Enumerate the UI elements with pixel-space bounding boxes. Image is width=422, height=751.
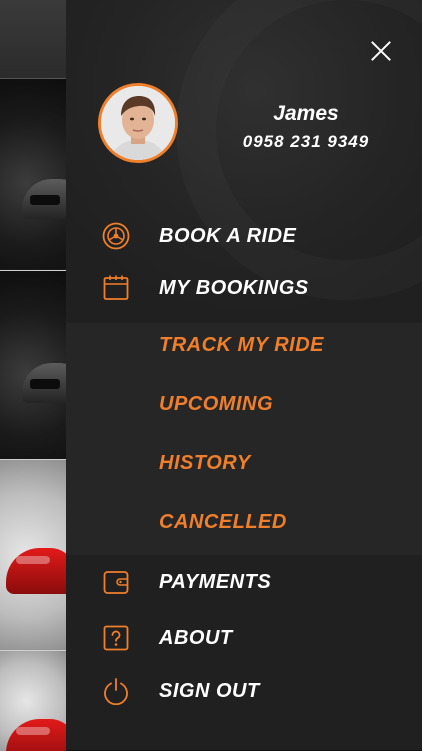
question-icon [102,624,130,652]
submenu-item-track-my-ride[interactable]: TRACK MY RIDE [66,325,422,365]
menu-item-book-a-ride[interactable]: BOOK A RIDE [66,216,422,256]
calendar-icon [102,274,130,302]
menu-label: SIGN OUT [159,680,260,702]
close-icon[interactable] [366,36,396,66]
power-icon [102,677,130,706]
menu-label: PAYMENTS [159,571,272,593]
background-app [0,0,66,751]
menu-label: MY BOOKINGS [159,277,309,299]
car-card[interactable] [0,79,66,269]
submenu-label: CANCELLED [159,511,287,533]
car-image [6,548,66,594]
avatar[interactable] [98,83,178,163]
menu-item-about[interactable]: ABOUT [66,618,422,658]
car-image [6,719,66,751]
user-name: James [273,102,339,125]
submenu-label: UPCOMING [159,393,273,415]
submenu-item-history[interactable]: HISTORY [66,443,422,483]
car-image [22,179,66,219]
submenu-label: HISTORY [159,452,251,474]
car-card[interactable] [0,650,66,751]
car-image [22,363,66,403]
car-card[interactable] [0,459,66,650]
submenu-item-upcoming[interactable]: UPCOMING [66,384,422,424]
menu-label: BOOK A RIDE [159,225,297,247]
menu-item-payments[interactable]: PAYMENTS [66,562,422,602]
user-phone: 0958 231 9349 [242,132,370,151]
submenu-label: TRACK MY RIDE [159,334,325,356]
car-card[interactable] [0,270,66,459]
menu-label: ABOUT [159,627,233,649]
menu-item-my-bookings[interactable]: MY BOOKINGS [66,268,422,308]
steering-wheel-icon [102,222,130,250]
background-header [0,0,66,79]
wallet-icon [102,568,130,596]
side-menu-drawer: James 0958 231 9349 BOOK A RIDE MY BOOKI… [66,0,422,750]
submenu-item-cancelled[interactable]: CANCELLED [66,502,422,542]
menu-item-sign-out[interactable]: SIGN OUT [66,671,422,711]
